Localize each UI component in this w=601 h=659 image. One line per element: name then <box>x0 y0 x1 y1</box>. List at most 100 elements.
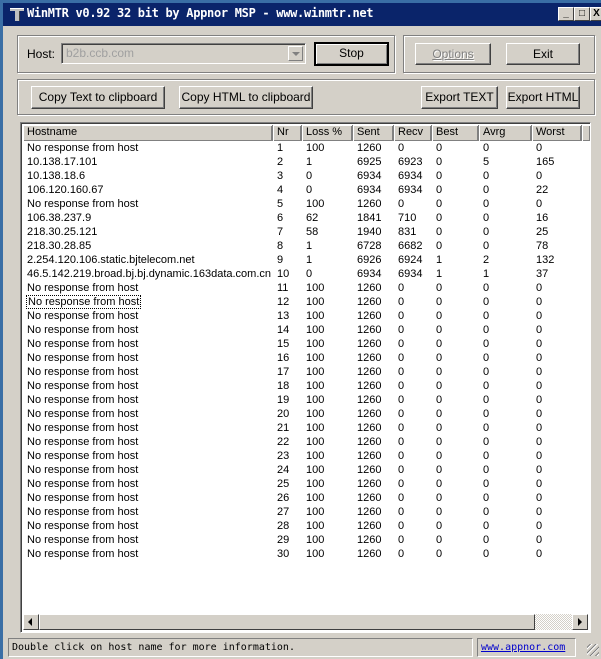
table-row[interactable]: No response from host 21 100 1260 0 0 0 0 <box>23 421 582 435</box>
cell-best: 0 <box>436 324 443 336</box>
options-button[interactable]: Options <box>415 43 491 65</box>
cell-host: 2.254.120.106.static.bjtelecom.net <box>27 254 195 266</box>
cell-nr: 10 <box>277 268 290 280</box>
table-row[interactable]: No response from host 22 100 1260 0 0 0 0 <box>23 435 582 449</box>
cell-sent: 1260 <box>357 450 382 462</box>
cell-host: No response from host <box>27 394 139 406</box>
table-row[interactable]: 46.5.142.219.broad.bj.bj.dynamic.163data… <box>23 267 582 281</box>
table-row[interactable]: No response from host 24 100 1260 0 0 0 0 <box>23 463 582 477</box>
cell-recv: 0 <box>398 352 405 364</box>
close-button[interactable]: X <box>590 7 601 21</box>
cell-best: 0 <box>436 338 443 350</box>
table-row[interactable]: No response from host 11 100 1260 0 0 0 0 <box>23 281 582 295</box>
cell-loss: 100 <box>306 366 325 378</box>
copy-text-button[interactable]: Copy Text to clipboard <box>31 86 165 109</box>
scrollbar-thumb[interactable] <box>39 614 535 630</box>
column-header-loss[interactable]: Loss % <box>302 125 353 141</box>
cell-loss: 100 <box>306 282 325 294</box>
scroll-right-icon[interactable] <box>572 614 588 630</box>
table-row[interactable]: No response from host 23 100 1260 0 0 0 0 <box>23 449 582 463</box>
table-row[interactable]: No response from host 20 100 1260 0 0 0 0 <box>23 407 582 421</box>
table-row[interactable]: No response from host 1 100 1260 0 0 0 0 <box>23 141 582 155</box>
cell-sent: 6728 <box>357 240 382 252</box>
focused-hostname: No response from host <box>25 295 142 309</box>
scroll-left-icon[interactable] <box>23 614 39 630</box>
export-text-button[interactable]: Export TEXT <box>421 86 498 109</box>
appnor-link[interactable]: www.appnor.com <box>481 642 565 653</box>
cell-loss: 1 <box>306 156 313 168</box>
column-header-sent[interactable]: Sent <box>353 125 394 141</box>
cell-host: No response from host <box>27 282 139 294</box>
cell-loss: 100 <box>306 324 325 336</box>
window-title: WinMTR v0.92 32 bit by Appnor MSP - www.… <box>27 6 374 20</box>
cell-sent: 6934 <box>357 268 382 280</box>
table-row[interactable]: No response from host 5 100 1260 0 0 0 0 <box>23 197 582 211</box>
maximize-button[interactable]: □ <box>574 7 590 21</box>
results-table[interactable]: Hostname Nr Loss % Sent Recv Best Avrg W… <box>20 122 591 633</box>
table-row[interactable]: No response from host 19 100 1260 0 0 0 0 <box>23 393 582 407</box>
cell-host: No response from host <box>27 324 139 336</box>
cell-nr: 23 <box>277 450 290 462</box>
stop-button[interactable]: Stop <box>314 42 389 66</box>
table-row[interactable]: No response from host 16 100 1260 0 0 0 0 <box>23 351 582 365</box>
table-row[interactable]: No response from host 13 100 1260 0 0 0 0 <box>23 309 582 323</box>
host-input[interactable]: b2b.ccb.com <box>66 46 134 60</box>
table-row[interactable]: No response from host 25 100 1260 0 0 0 0 <box>23 477 582 491</box>
table-row[interactable]: No response from host 17 100 1260 0 0 0 0 <box>23 365 582 379</box>
table-row[interactable]: 2.254.120.106.static.bjtelecom.net 9 1 6926… <box>23 253 582 267</box>
minimize-button[interactable]: _ <box>558 7 574 21</box>
chevron-down-icon[interactable] <box>288 46 303 61</box>
table-row[interactable]: No response from host 27 100 1260 0 0 0 0 <box>23 505 582 519</box>
cell-host: No response from host <box>27 422 139 434</box>
cell-recv: 0 <box>398 310 405 322</box>
table-row[interactable]: 218.30.25.121 7 58 1940 831 0 0 25 <box>23 225 582 239</box>
cell-avrg: 0 <box>483 478 490 490</box>
column-header-recv[interactable]: Recv <box>394 125 432 141</box>
table-row[interactable]: No response from host 14 100 1260 0 0 0 0 <box>23 323 582 337</box>
title-bar[interactable]: WinMTR v0.92 32 bit by Appnor MSP - www.… <box>3 0 601 26</box>
column-header-avrg[interactable]: Avrg <box>479 125 532 141</box>
table-row[interactable]: 218.30.28.85 8 1 6728 6682 0 0 78 <box>23 239 582 253</box>
table-row[interactable]: No response from host 12 100 1260 0 0 0 0 <box>23 295 582 309</box>
cell-nr: 25 <box>277 478 290 490</box>
cell-avrg: 5 <box>483 156 490 168</box>
column-header-nr[interactable]: Nr <box>273 125 302 141</box>
cell-worst: 0 <box>536 450 543 462</box>
table-row[interactable]: No response from host 28 100 1260 0 0 0 0 <box>23 519 582 533</box>
maximize-icon: □ <box>578 8 586 19</box>
cell-loss: 100 <box>306 464 325 476</box>
exit-button[interactable]: Exit <box>506 43 580 65</box>
cell-sent: 1260 <box>357 534 382 546</box>
cell-sent: 1260 <box>357 422 382 434</box>
table-row[interactable]: No response from host 30 100 1260 0 0 0 0 <box>23 547 582 561</box>
cell-nr: 20 <box>277 408 290 420</box>
table-row[interactable]: 10.138.18.6 3 0 6934 6934 0 0 0 <box>23 169 582 183</box>
host-combobox[interactable]: b2b.ccb.com <box>61 43 306 64</box>
copy-html-button[interactable]: Copy HTML to clipboard <box>179 86 313 109</box>
cell-loss: 100 <box>306 422 325 434</box>
table-row[interactable]: No response from host 29 100 1260 0 0 0 0 <box>23 533 582 547</box>
cell-host: No response from host <box>27 548 139 560</box>
export-html-button[interactable]: Export HTML <box>506 86 580 109</box>
cell-avrg: 0 <box>483 534 490 546</box>
table-row[interactable]: No response from host 18 100 1260 0 0 0 0 <box>23 379 582 393</box>
cell-nr: 22 <box>277 436 290 448</box>
table-row[interactable]: 10.138.17.101 2 1 6925 6923 0 5 165 <box>23 155 582 169</box>
cell-recv: 0 <box>398 464 405 476</box>
table-row[interactable]: No response from host 26 100 1260 0 0 0 0 <box>23 491 582 505</box>
cell-loss: 58 <box>306 226 319 238</box>
cell-worst: 0 <box>536 492 543 504</box>
table-row[interactable]: No response from host 15 100 1260 0 0 0 0 <box>23 337 582 351</box>
cell-host: No response from host <box>27 450 139 462</box>
column-header-hostname[interactable]: Hostname <box>23 125 273 141</box>
table-row[interactable]: 106.38.237.9 6 62 1841 710 0 0 16 <box>23 211 582 225</box>
cell-host: No response from host <box>27 198 139 210</box>
column-header-best[interactable]: Best <box>432 125 479 141</box>
resize-grip-icon[interactable] <box>587 644 599 656</box>
table-row[interactable]: 106.120.160.67 4 0 6934 6934 0 0 22 <box>23 183 582 197</box>
horizontal-scrollbar[interactable] <box>23 614 588 630</box>
cell-loss: 1 <box>306 254 313 266</box>
host-label: Host: <box>27 47 56 61</box>
column-header-worst[interactable]: Worst <box>532 125 582 141</box>
cell-best: 0 <box>436 492 443 504</box>
